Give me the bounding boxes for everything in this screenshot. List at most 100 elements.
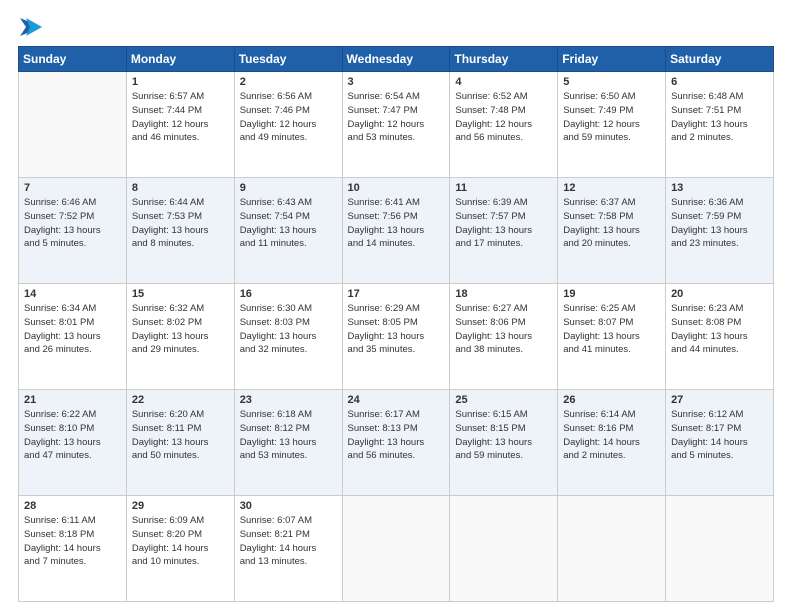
day-number: 14 (24, 288, 121, 300)
day-info: Sunrise: 6:54 AM Sunset: 7:47 PM Dayligh… (348, 90, 445, 145)
day-number: 15 (132, 288, 229, 300)
weekday-header-sunday: Sunday (19, 47, 127, 72)
day-info: Sunrise: 6:20 AM Sunset: 8:11 PM Dayligh… (132, 408, 229, 463)
calendar-cell: 6Sunrise: 6:48 AM Sunset: 7:51 PM Daylig… (666, 72, 774, 178)
day-info: Sunrise: 6:44 AM Sunset: 7:53 PM Dayligh… (132, 196, 229, 251)
calendar-cell: 21 Sunrise: 6:22 AM Sunset: 8:10 PM Dayli… (19, 390, 127, 496)
day-number: 11 (455, 182, 552, 194)
day-info: Sunrise: 6:43 AM Sunset: 7:54 PM Dayligh… (240, 196, 337, 251)
day-number: 26 (563, 394, 660, 406)
day-number: 24 (348, 394, 445, 406)
weekday-header-saturday: Saturday (666, 47, 774, 72)
day-info: Sunrise: 6:12 AM Sunset: 8:17 PM Dayligh… (671, 408, 768, 463)
calendar-cell (666, 496, 774, 602)
day-number: 10 (348, 182, 445, 194)
calendar-cell: 8 Sunrise: 6:44 AM Sunset: 7:53 PM Daylig… (126, 178, 234, 284)
day-number: 19 (563, 288, 660, 300)
calendar-cell: 14 Sunrise: 6:34 AM Sunset: 8:01 PM Dayli… (19, 284, 127, 390)
day-info: Sunrise: 6:07 AM Sunset: 8:21 PM Dayligh… (240, 514, 337, 569)
day-number: 30 (240, 500, 337, 512)
week-row-5: 28 Sunrise: 6:11 AM Sunset: 8:18 PM Dayli… (19, 496, 774, 602)
day-info: Sunrise: 6:50 AM Sunset: 7:49 PM Dayligh… (563, 90, 660, 145)
day-info: Sunrise: 6:37 AM Sunset: 7:58 PM Dayligh… (563, 196, 660, 251)
day-number: 28 (24, 500, 121, 512)
calendar-cell (450, 496, 558, 602)
calendar-cell: 5Sunrise: 6:50 AM Sunset: 7:49 PM Daylig… (558, 72, 666, 178)
day-number: 9 (240, 182, 337, 194)
calendar-cell: 19 Sunrise: 6:25 AM Sunset: 8:07 PM Dayli… (558, 284, 666, 390)
week-row-2: 7 Sunrise: 6:46 AM Sunset: 7:52 PM Daylig… (19, 178, 774, 284)
day-info: Sunrise: 6:48 AM Sunset: 7:51 PM Dayligh… (671, 90, 768, 145)
day-info: Sunrise: 6:22 AM Sunset: 8:10 PM Dayligh… (24, 408, 121, 463)
calendar-cell: 11 Sunrise: 6:39 AM Sunset: 7:57 PM Dayli… (450, 178, 558, 284)
calendar-cell: 13 Sunrise: 6:36 AM Sunset: 7:59 PM Dayli… (666, 178, 774, 284)
calendar-cell: 30 Sunrise: 6:07 AM Sunset: 8:21 PM Dayli… (234, 496, 342, 602)
day-info: Sunrise: 6:27 AM Sunset: 8:06 PM Dayligh… (455, 302, 552, 357)
day-number: 3 (348, 76, 445, 88)
calendar-cell (558, 496, 666, 602)
weekday-header-monday: Monday (126, 47, 234, 72)
day-info: Sunrise: 6:14 AM Sunset: 8:16 PM Dayligh… (563, 408, 660, 463)
calendar-cell: 16Sunrise: 6:30 AM Sunset: 8:03 PM Dayli… (234, 284, 342, 390)
day-number: 8 (132, 182, 229, 194)
day-number: 27 (671, 394, 768, 406)
day-number: 29 (132, 500, 229, 512)
day-info: Sunrise: 6:17 AM Sunset: 8:13 PM Dayligh… (348, 408, 445, 463)
calendar-cell (19, 72, 127, 178)
day-number: 12 (563, 182, 660, 194)
logo-icon (20, 18, 42, 36)
calendar-cell: 20Sunrise: 6:23 AM Sunset: 8:08 PM Dayli… (666, 284, 774, 390)
day-info: Sunrise: 6:15 AM Sunset: 8:15 PM Dayligh… (455, 408, 552, 463)
calendar-cell: 24 Sunrise: 6:17 AM Sunset: 8:13 PM Dayli… (342, 390, 450, 496)
day-number: 2 (240, 76, 337, 88)
logo (18, 18, 42, 36)
calendar-cell: 1Sunrise: 6:57 AM Sunset: 7:44 PM Daylig… (126, 72, 234, 178)
calendar-cell: 12 Sunrise: 6:37 AM Sunset: 7:58 PM Dayli… (558, 178, 666, 284)
day-number: 22 (132, 394, 229, 406)
weekday-header-row: SundayMondayTuesdayWednesdayThursdayFrid… (19, 47, 774, 72)
calendar-cell: 28 Sunrise: 6:11 AM Sunset: 8:18 PM Dayli… (19, 496, 127, 602)
calendar-cell: 26 Sunrise: 6:14 AM Sunset: 8:16 PM Dayli… (558, 390, 666, 496)
day-info: Sunrise: 6:41 AM Sunset: 7:56 PM Dayligh… (348, 196, 445, 251)
calendar-cell: 25 Sunrise: 6:15 AM Sunset: 8:15 PM Dayli… (450, 390, 558, 496)
day-info: Sunrise: 6:46 AM Sunset: 7:52 PM Dayligh… (24, 196, 121, 251)
day-info: Sunrise: 6:32 AM Sunset: 8:02 PM Dayligh… (132, 302, 229, 357)
day-info: Sunrise: 6:36 AM Sunset: 7:59 PM Dayligh… (671, 196, 768, 251)
day-number: 21 (24, 394, 121, 406)
week-row-4: 21 Sunrise: 6:22 AM Sunset: 8:10 PM Dayli… (19, 390, 774, 496)
day-number: 25 (455, 394, 552, 406)
page: SundayMondayTuesdayWednesdayThursdayFrid… (0, 0, 792, 612)
day-info: Sunrise: 6:34 AM Sunset: 8:01 PM Dayligh… (24, 302, 121, 357)
day-number: 13 (671, 182, 768, 194)
day-number: 7 (24, 182, 121, 194)
day-info: Sunrise: 6:18 AM Sunset: 8:12 PM Dayligh… (240, 408, 337, 463)
weekday-header-wednesday: Wednesday (342, 47, 450, 72)
calendar-cell: 22 Sunrise: 6:20 AM Sunset: 8:11 PM Dayli… (126, 390, 234, 496)
week-row-3: 14 Sunrise: 6:34 AM Sunset: 8:01 PM Dayli… (19, 284, 774, 390)
day-number: 1 (132, 76, 229, 88)
calendar-cell: 27 Sunrise: 6:12 AM Sunset: 8:17 PM Dayli… (666, 390, 774, 496)
day-info: Sunrise: 6:52 AM Sunset: 7:48 PM Dayligh… (455, 90, 552, 145)
calendar-cell: 15 Sunrise: 6:32 AM Sunset: 8:02 PM Dayli… (126, 284, 234, 390)
calendar-cell: 4Sunrise: 6:52 AM Sunset: 7:48 PM Daylig… (450, 72, 558, 178)
day-number: 18 (455, 288, 552, 300)
calendar-cell (342, 496, 450, 602)
weekday-header-thursday: Thursday (450, 47, 558, 72)
day-number: 23 (240, 394, 337, 406)
day-info: Sunrise: 6:11 AM Sunset: 8:18 PM Dayligh… (24, 514, 121, 569)
calendar-cell: 29 Sunrise: 6:09 AM Sunset: 8:20 PM Dayli… (126, 496, 234, 602)
day-info: Sunrise: 6:25 AM Sunset: 8:07 PM Dayligh… (563, 302, 660, 357)
day-number: 16 (240, 288, 337, 300)
day-number: 20 (671, 288, 768, 300)
weekday-header-tuesday: Tuesday (234, 47, 342, 72)
calendar-cell: 18 Sunrise: 6:27 AM Sunset: 8:06 PM Dayli… (450, 284, 558, 390)
calendar-table: SundayMondayTuesdayWednesdayThursdayFrid… (18, 46, 774, 602)
calendar-cell: 23 Sunrise: 6:18 AM Sunset: 8:12 PM Dayli… (234, 390, 342, 496)
calendar-cell: 9 Sunrise: 6:43 AM Sunset: 7:54 PM Daylig… (234, 178, 342, 284)
header (18, 18, 774, 36)
week-row-1: 1Sunrise: 6:57 AM Sunset: 7:44 PM Daylig… (19, 72, 774, 178)
day-info: Sunrise: 6:39 AM Sunset: 7:57 PM Dayligh… (455, 196, 552, 251)
day-number: 17 (348, 288, 445, 300)
day-info: Sunrise: 6:09 AM Sunset: 8:20 PM Dayligh… (132, 514, 229, 569)
calendar-cell: 10 Sunrise: 6:41 AM Sunset: 7:56 PM Dayli… (342, 178, 450, 284)
